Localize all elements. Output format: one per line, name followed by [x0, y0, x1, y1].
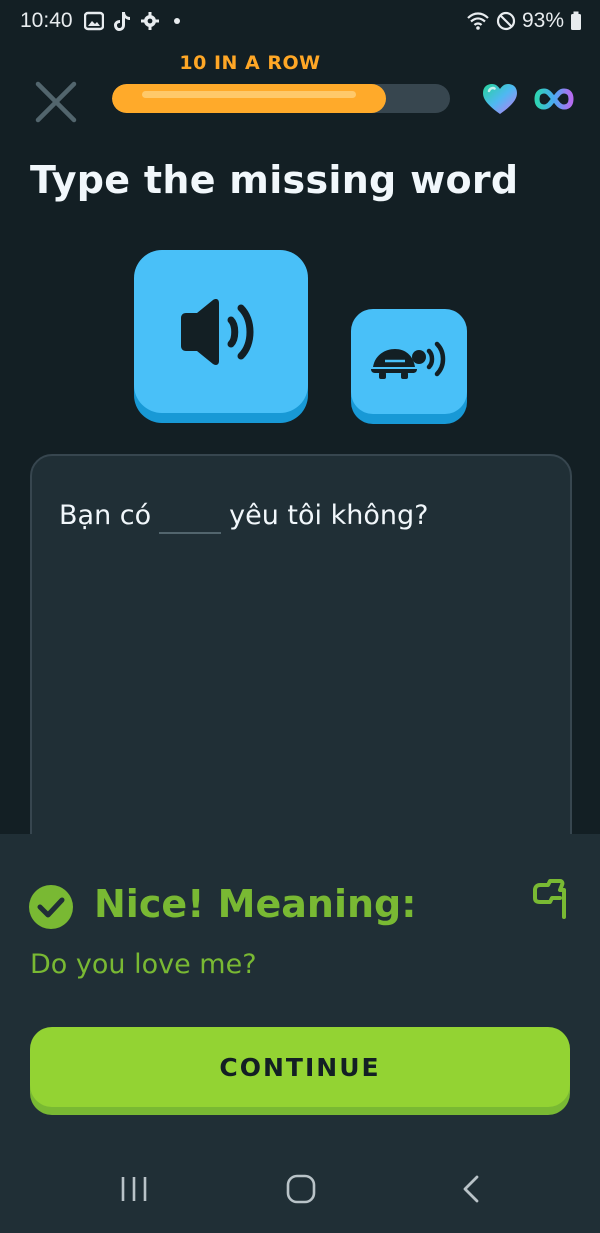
continue-button[interactable]: CONTINUE: [30, 1027, 570, 1107]
home-icon[interactable]: [285, 1174, 317, 1204]
close-icon: [35, 81, 77, 123]
status-time: 10:40: [20, 9, 73, 32]
tiktok-icon: [114, 12, 130, 31]
meaning-text: Do you love me?: [30, 949, 257, 980]
notification-icons: [84, 10, 180, 32]
play-audio-button[interactable]: [134, 250, 308, 413]
lesson-progress-bar: [112, 84, 450, 113]
exercise-sentence: Bạn có yêu tôi không?: [59, 486, 429, 534]
speaker-icon: [181, 298, 254, 365]
progress-fill: [112, 84, 386, 113]
feedback-panel: Nice! Meaning: Do you love me? CONTINUE: [0, 834, 600, 1144]
status-bar: 10:40 93%: [0, 0, 600, 42]
system-icons: 93%: [466, 9, 582, 33]
wifi-icon: [467, 12, 489, 30]
battery-icon: [571, 11, 581, 30]
play-slow-audio-button[interactable]: [351, 309, 467, 414]
streak-label: 10 IN A ROW: [179, 52, 321, 74]
flag-icon[interactable]: [530, 876, 570, 920]
page-title: Type the missing word: [30, 158, 519, 202]
infinity-icon: [534, 88, 574, 110]
back-icon[interactable]: [458, 1174, 486, 1204]
settings-gear-icon: [141, 12, 159, 30]
progress-shine: [142, 91, 356, 98]
sentence-after: yêu tôi không?: [229, 500, 429, 531]
turtle-icon: [371, 341, 446, 379]
gallery-icon: [84, 11, 104, 31]
check-circle-icon: [29, 885, 73, 929]
answer-card: Bạn có yêu tôi không?: [30, 454, 572, 878]
missing-word-input[interactable]: [159, 496, 222, 534]
more-notifications-dot: [174, 18, 180, 24]
sentence-before: Bạn có: [59, 500, 152, 531]
system-navigation-bar: [0, 1144, 600, 1233]
heart-icon[interactable]: [481, 82, 519, 116]
do-not-disturb-icon: [496, 11, 516, 31]
battery-percent: 93%: [521, 9, 564, 32]
close-button[interactable]: [32, 78, 80, 126]
recent-apps-icon[interactable]: [118, 1174, 150, 1204]
feedback-title: Nice! Meaning:: [94, 882, 417, 926]
